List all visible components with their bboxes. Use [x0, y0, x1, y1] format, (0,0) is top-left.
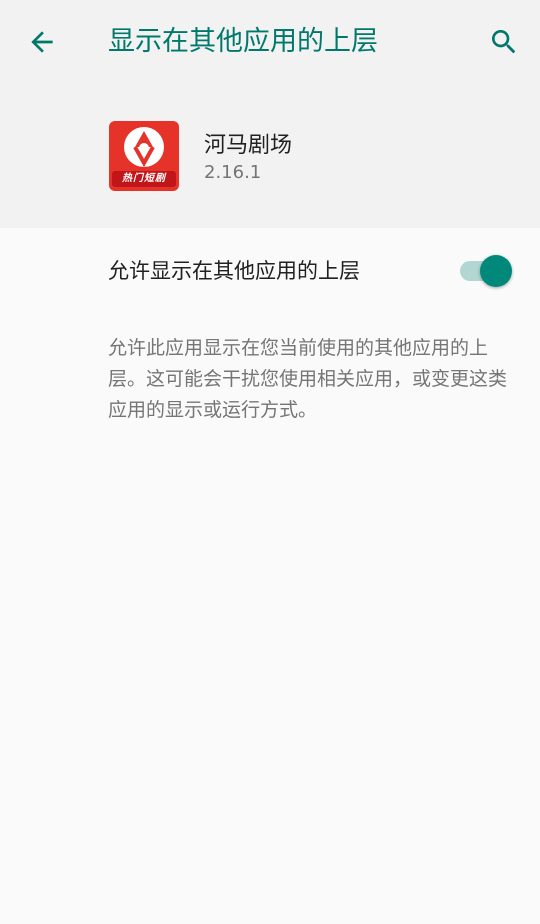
- switch-thumb: [480, 255, 512, 287]
- app-bar: 显示在其他应用的上层: [0, 0, 540, 86]
- app-info-header: 热门短剧 河马剧场 2.16.1: [0, 86, 540, 228]
- search-icon: [492, 30, 516, 54]
- arrow-left-icon: [31, 31, 53, 53]
- app-icon: 热门短剧: [109, 121, 179, 191]
- app-name: 河马剧场: [204, 133, 293, 158]
- back-button[interactable]: [22, 22, 62, 62]
- page-title: 显示在其他应用的上层: [108, 26, 378, 57]
- hippo-logo-icon: [124, 127, 164, 168]
- app-version: 2.16.1: [204, 162, 262, 183]
- allow-overlay-switch[interactable]: [458, 252, 512, 287]
- search-button[interactable]: [484, 22, 524, 62]
- overlay-permission-screen: 显示在其他应用的上层 热门短剧 河马剧场 2.16.1 允许显示在其他应用的上层…: [0, 0, 540, 924]
- setting-description: 允许此应用显示在您当前使用的其他应用的上层。这可能会干扰您使用相关应用，或变更这…: [108, 337, 508, 421]
- allow-overlay-setting-row[interactable]: 允许显示在其他应用的上层: [0, 228, 540, 310]
- setting-label: 允许显示在其他应用的上层: [108, 259, 360, 283]
- app-icon-badge: 热门短剧: [112, 171, 176, 187]
